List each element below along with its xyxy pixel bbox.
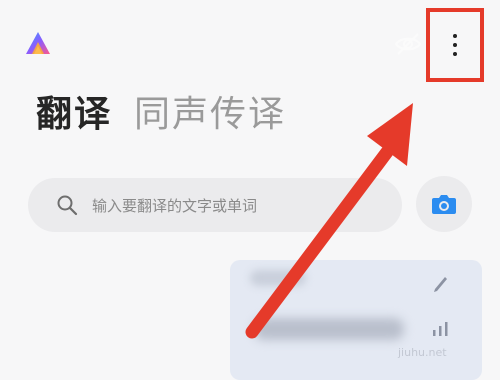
blurred-source-text (250, 270, 306, 286)
camera-button[interactable] (416, 176, 472, 232)
camera-icon (432, 195, 456, 214)
more-options-button[interactable] (426, 8, 484, 82)
more-vertical-icon (453, 34, 457, 56)
history-card[interactable]: jiuhu.net (230, 260, 482, 380)
pencil-icon[interactable] (430, 272, 452, 294)
search-placeholder: 输入要翻译的文字或单词 (92, 196, 258, 215)
audio-bars-icon[interactable] (430, 320, 452, 338)
app-logo-icon (26, 32, 50, 54)
search-icon (57, 195, 78, 216)
eye-off-icon[interactable] (392, 28, 424, 60)
mode-tabs: 翻译 同声传译 (36, 90, 286, 140)
top-bar (0, 0, 500, 90)
blurred-translation-text (254, 318, 404, 340)
tab-translate[interactable]: 翻译 (36, 90, 112, 140)
tab-simultaneous-interpretation[interactable]: 同声传译 (134, 90, 286, 140)
watermark-text: jiuhu.net (398, 346, 447, 359)
search-input[interactable]: 输入要翻译的文字或单词 (28, 178, 402, 232)
